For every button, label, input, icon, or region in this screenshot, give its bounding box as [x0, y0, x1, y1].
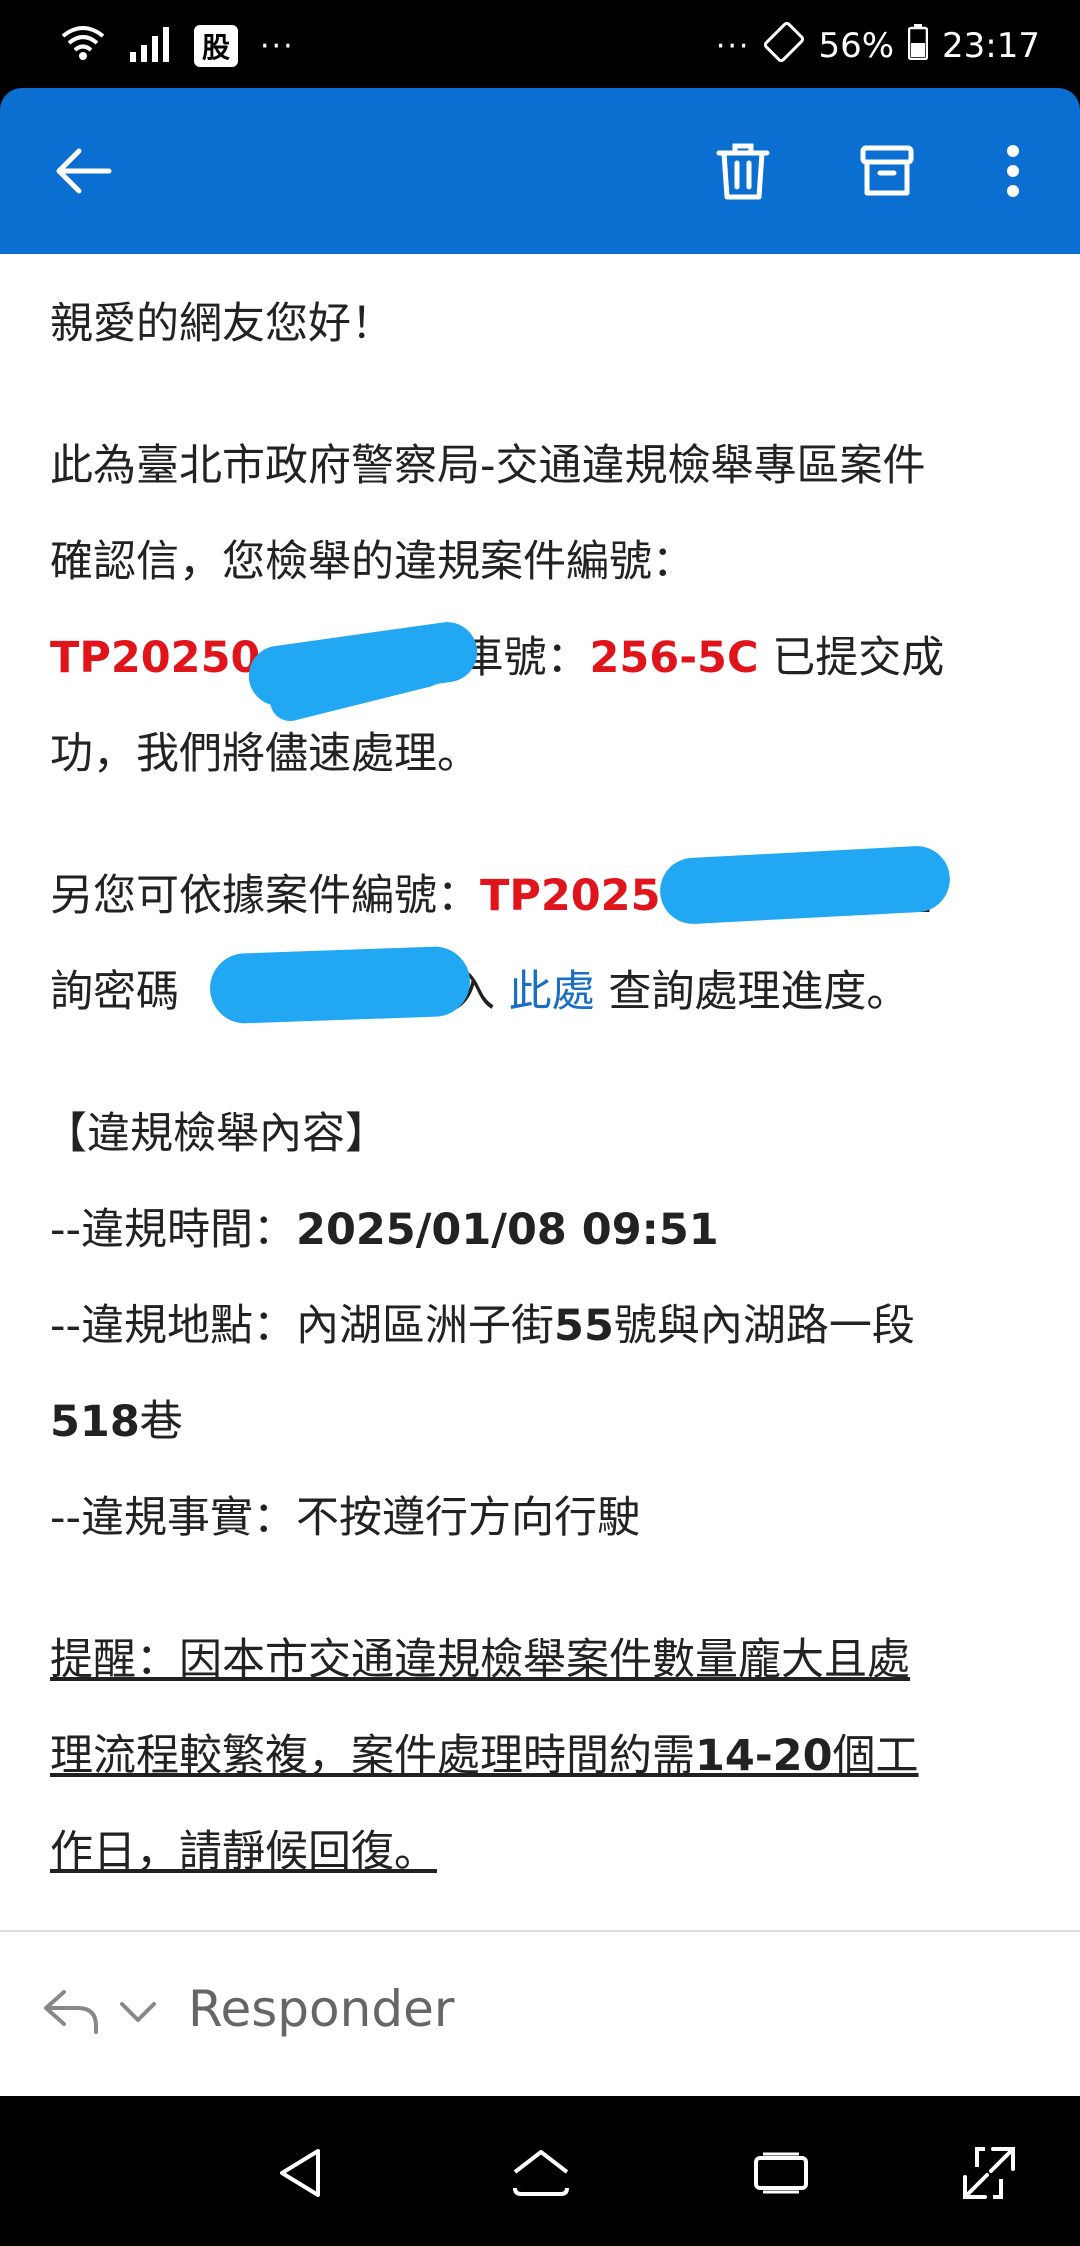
reminder-line1: 提醒：因本市交通違規檢舉案件數量龐大且處	[50, 1635, 910, 1685]
para2-line2: 詢密碼進入 此處 查詢處理進度。	[50, 944, 1040, 1040]
password-label: 詢密碼	[50, 967, 179, 1017]
case-number-2: TP2025	[480, 871, 661, 921]
para1-line1: 此為臺北市政府警察局-交通違規檢舉專區案件	[50, 441, 926, 491]
back-arrow-icon	[53, 146, 113, 200]
alley-number: 518	[50, 1397, 140, 1447]
greeting: 親愛的網友您好！	[50, 299, 394, 349]
place-label: --違規地點：內湖區洲子街	[50, 1301, 555, 1351]
reply-bar[interactable]: Responder	[0, 1932, 1080, 2096]
rotate-icon	[764, 21, 805, 71]
status-bar: 股 ··· ··· 56% 23:17	[0, 0, 1080, 92]
system-nav-bar	[0, 2096, 1080, 2246]
reply-button-label[interactable]: Responder	[188, 1980, 454, 2038]
nav-home-icon	[511, 2148, 571, 2202]
reminder-days: 14-20	[695, 1731, 833, 1781]
violation-time: --違規時間：2025/01/08 09:51	[50, 1182, 1040, 1278]
query-progress-text: 查詢處理進度。	[594, 967, 910, 1017]
nav-home-button[interactable]	[506, 2140, 576, 2210]
chevron-down-icon[interactable]	[118, 2000, 158, 2028]
nav-recents-button[interactable]	[746, 2140, 816, 2210]
signal-icon	[128, 26, 172, 66]
email-body: 親愛的網友您好！ 此為臺北市政府警察局-交通違規檢舉專區案件 確認信，您檢舉的違…	[0, 254, 1080, 1930]
archive-icon	[859, 143, 915, 203]
place-number: 55	[554, 1301, 614, 1351]
reminder-line2: 理流程較繁複，案件處理時間約需14-20個工	[50, 1708, 1040, 1804]
time-value: 2025/01/08 09:51	[296, 1205, 719, 1255]
wifi-icon	[60, 24, 106, 68]
nav-recents-icon	[753, 2150, 809, 2200]
plate-number: 256-5C	[589, 633, 759, 683]
more-options-button[interactable]	[978, 138, 1048, 208]
reply-icon[interactable]	[42, 1986, 102, 2040]
para2-prefix: 另您可依據案件編號：	[50, 871, 480, 921]
reminder-text-b: 個工	[832, 1731, 919, 1781]
query-link[interactable]: 此處	[509, 967, 595, 1017]
violation-place-line1: --違規地點：內湖區洲子街55號與內湖路一段	[50, 1278, 1040, 1374]
alley-label: 巷	[139, 1397, 183, 1447]
reminder-text-a: 理流程較繁複，案件處理時間約需	[50, 1731, 695, 1781]
violation-place-line2: 518巷	[50, 1374, 1040, 1470]
archive-button[interactable]	[852, 138, 922, 208]
time-label: --違規時間：	[50, 1205, 297, 1255]
nav-expand-button[interactable]	[954, 2140, 1024, 2210]
expand-icon	[961, 2145, 1017, 2205]
place-street: 號與內湖路一段	[613, 1301, 915, 1351]
submitted-text: 已提交成	[758, 633, 945, 683]
violation-fact: --違規事實：不按遵行方向行駛	[50, 1493, 641, 1543]
battery-percent: 56%	[818, 26, 895, 66]
stock-app-badge: 股	[194, 25, 238, 67]
redaction-password	[208, 945, 472, 1025]
more-indicator: ···	[715, 28, 751, 64]
nav-back-button[interactable]	[266, 2140, 336, 2210]
battery-icon	[907, 23, 929, 69]
trash-icon	[715, 141, 771, 205]
nav-back-icon	[276, 2147, 326, 2203]
case-number: TP20250	[50, 633, 261, 683]
plate-label: 車號：	[460, 633, 590, 683]
para1-line4: 功，我們將儘速處理。	[50, 729, 480, 779]
para1-line3: TP20250 車號：256-5C 已提交成	[50, 610, 1040, 706]
details-heading: 【違規檢舉內容】	[44, 1109, 388, 1159]
back-button[interactable]	[48, 138, 118, 208]
delete-button[interactable]	[708, 138, 778, 208]
app-bar	[0, 88, 1080, 254]
reminder-line3: 作日，請靜候回復。	[50, 1827, 437, 1877]
para1-line2: 確認信，您檢舉的違規案件編號：	[50, 537, 695, 587]
more-vert-icon	[1003, 143, 1023, 203]
clock: 23:17	[942, 26, 1040, 66]
more-notifications-indicator: ···	[260, 28, 295, 64]
